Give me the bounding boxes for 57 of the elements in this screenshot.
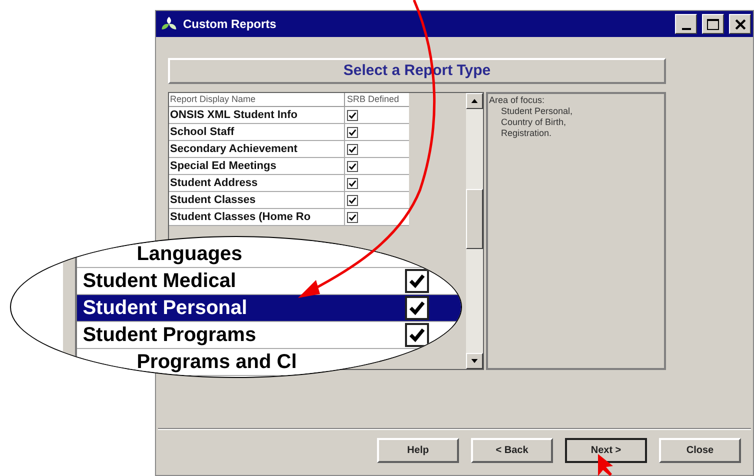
list-row[interactable]: ONSIS XML Student Info <box>169 107 409 124</box>
check-icon <box>408 272 426 290</box>
report-name: Student Classes (Home Ro <box>169 209 345 225</box>
report-name: Student Personal <box>82 296 248 320</box>
details-text: Registration. <box>500 128 553 139</box>
report-name: Programs and Cl <box>136 350 298 374</box>
report-name: School Staff <box>169 124 345 140</box>
report-name: Student Classes <box>169 192 345 208</box>
checkbox[interactable] <box>404 296 429 320</box>
list-row[interactable]: Secondary Achievement <box>169 141 409 158</box>
dialog-button[interactable]: Close <box>659 438 741 463</box>
checkbox[interactable] <box>347 126 358 138</box>
details-text: Country of Birth, <box>500 117 568 128</box>
checkbox[interactable] <box>404 323 429 347</box>
list-row[interactable]: Student Classes <box>169 192 409 209</box>
column-header[interactable]: SRB Defined <box>345 93 409 106</box>
checkbox[interactable] <box>347 194 358 206</box>
report-name: Student Address <box>169 175 345 191</box>
scroll-thumb[interactable] <box>466 189 483 249</box>
report-name: ONSIS XML Student Info <box>169 107 345 123</box>
maximize-button[interactable] <box>702 14 724 34</box>
close-button[interactable] <box>729 14 751 34</box>
mouse-cursor-icon <box>598 454 613 476</box>
check-icon <box>408 326 426 344</box>
checkbox[interactable] <box>347 212 358 222</box>
scrollbar[interactable] <box>466 93 483 369</box>
up-arrow-icon <box>471 99 478 103</box>
report-name: Languages <box>136 242 244 266</box>
report-name: Student Programs <box>82 323 258 347</box>
close-icon <box>734 18 746 30</box>
down-arrow-icon <box>471 359 478 363</box>
column-header[interactable]: Report Display Name <box>169 93 345 106</box>
maximize-icon <box>707 18 719 30</box>
list-row[interactable]: Student Personal <box>76 295 461 322</box>
scroll-up-button[interactable] <box>466 93 483 109</box>
list-row[interactable]: Student Address <box>169 175 409 192</box>
checkbox[interactable] <box>347 110 358 120</box>
minimize-icon <box>682 28 690 30</box>
dialog-button[interactable]: < Back <box>471 438 553 463</box>
details-text: Area of focus: <box>489 95 546 106</box>
report-name: Secondary Achievement <box>169 141 345 157</box>
checkbox[interactable] <box>404 269 429 293</box>
report-name: Student Medical <box>82 269 238 293</box>
checkbox[interactable] <box>347 178 358 188</box>
list-row[interactable]: Special Ed Meetings <box>169 158 409 175</box>
details-text: Student Personal, <box>500 106 574 117</box>
checkbox[interactable] <box>347 144 358 154</box>
minimize-button[interactable] <box>675 14 697 34</box>
checkbox[interactable] <box>347 160 358 172</box>
list-row[interactable]: Student Classes (Home Ro <box>169 209 409 226</box>
dialog-button[interactable]: Next > <box>565 438 647 463</box>
list-row[interactable]: School Staff <box>169 124 409 141</box>
report-name: Special Ed Meetings <box>169 158 345 174</box>
window-title: Custom Reports <box>183 16 276 33</box>
dialog-button[interactable]: Help <box>377 438 459 463</box>
scroll-down-button[interactable] <box>466 353 483 369</box>
check-icon <box>408 299 426 317</box>
